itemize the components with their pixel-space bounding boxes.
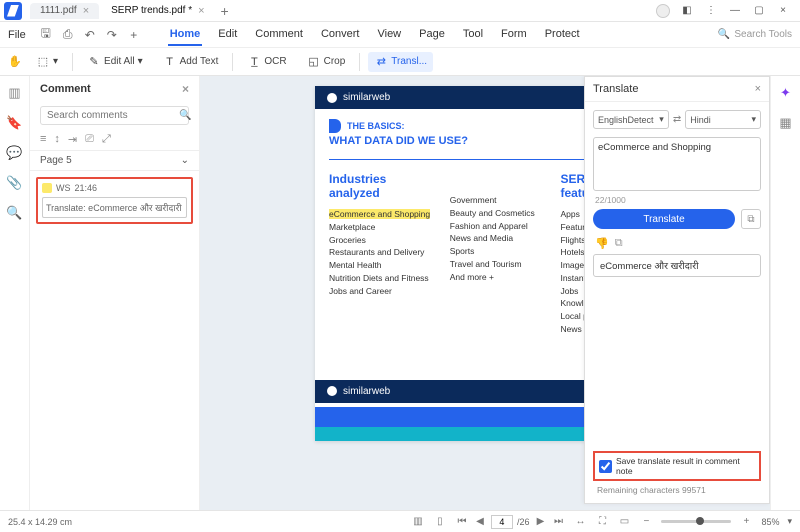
- translate-action-button[interactable]: Translate: [593, 209, 735, 229]
- close-translate-icon[interactable]: ×: [755, 83, 761, 95]
- highlight-icon: [42, 183, 52, 193]
- search-icon: 🔍: [718, 29, 730, 40]
- comment-text: Translate: eCommerce और खरीदारी: [42, 197, 187, 218]
- zoom-in-icon[interactable]: +: [739, 515, 753, 529]
- dimensions-label: 25.4 x 14.29 cm: [8, 517, 72, 527]
- view-mode-icon[interactable]: ▭: [617, 515, 631, 529]
- translate-button[interactable]: ⇄Transl...: [368, 52, 433, 72]
- minimize-icon[interactable]: —: [728, 5, 742, 16]
- close-window-icon[interactable]: ×: [776, 5, 790, 16]
- new-tab-button[interactable]: +: [217, 3, 233, 19]
- print-icon[interactable]: ⎙: [60, 27, 76, 43]
- brand-logo-icon: [327, 93, 337, 103]
- next-page-icon[interactable]: ▶: [533, 515, 547, 529]
- add-text-button[interactable]: TAdd Text: [157, 52, 225, 72]
- close-tab-icon[interactable]: ×: [198, 5, 204, 17]
- comment-search-input[interactable]: [47, 110, 179, 121]
- thumbnails-icon[interactable]: ▥: [6, 84, 24, 102]
- thumbs-down-icon[interactable]: 👎: [595, 237, 609, 250]
- target-lang-select[interactable]: Hindi▾: [685, 110, 761, 129]
- translate-input[interactable]: eCommerce and Shopping: [593, 137, 761, 191]
- last-page-icon[interactable]: ⏭: [551, 515, 565, 529]
- zoom-slider[interactable]: [661, 520, 731, 523]
- comment-icon[interactable]: 💬: [6, 144, 24, 162]
- app-logo: [4, 2, 22, 20]
- page-input[interactable]: [491, 515, 513, 529]
- attachment-icon[interactable]: 📎: [6, 174, 24, 192]
- menu-tool[interactable]: Tool: [461, 24, 485, 46]
- undo-icon[interactable]: ↶: [82, 27, 98, 43]
- edit-all-button[interactable]: ✎Edit All ▾: [81, 52, 149, 72]
- more-icon[interactable]: ⋮: [704, 5, 718, 16]
- file-menu[interactable]: File: [8, 29, 26, 41]
- remaining-chars: Remaining characters 99571: [597, 485, 757, 495]
- tab-serp[interactable]: SERP trends.pdf *×: [101, 3, 214, 19]
- filter-icon[interactable]: ≡: [40, 133, 46, 146]
- menu-page[interactable]: Page: [417, 24, 447, 46]
- fit-page-icon[interactable]: ⛶: [595, 515, 609, 529]
- menu-comment[interactable]: Comment: [253, 24, 305, 46]
- close-tab-icon[interactable]: ×: [83, 5, 89, 17]
- add-icon[interactable]: +: [126, 27, 142, 43]
- zoom-value: 85%: [761, 517, 779, 527]
- section-tag-icon: [329, 119, 341, 133]
- save-icon[interactable]: 🖫: [38, 27, 54, 43]
- col-industries-heading: Industries analyzed: [329, 172, 440, 200]
- search-icon[interactable]: 🔍: [179, 110, 191, 121]
- user-avatar[interactable]: [656, 4, 670, 18]
- search-panel-icon[interactable]: 🔍: [6, 204, 24, 222]
- menu-protect[interactable]: Protect: [543, 24, 582, 46]
- crop-button[interactable]: ◱Crop: [301, 52, 352, 72]
- sort-icon[interactable]: ↕: [54, 133, 60, 146]
- copy-icon[interactable]: ⧉: [741, 209, 761, 229]
- hand-tool-icon[interactable]: ✋: [8, 55, 22, 69]
- comment-item[interactable]: WS21:46 Translate: eCommerce और खरीदारी: [36, 177, 193, 224]
- zoom-out-icon[interactable]: −: [639, 515, 653, 529]
- maximize-icon[interactable]: ▢: [752, 5, 766, 16]
- select-tool[interactable]: ⬚▾: [30, 52, 64, 72]
- ai-icon[interactable]: ✦: [777, 84, 795, 102]
- page-total: /26: [517, 517, 530, 527]
- copy-result-icon[interactable]: ⧉: [615, 237, 623, 250]
- feedback-icon[interactable]: ◧: [680, 5, 694, 16]
- tool-icon[interactable]: ▦: [777, 114, 795, 132]
- bookmark-icon[interactable]: 🔖: [6, 114, 24, 132]
- highlighted-text[interactable]: eCommerce and Shopping: [329, 209, 430, 219]
- source-lang-select[interactable]: EnglishDetect▾: [593, 110, 669, 129]
- char-count: 22/1000: [595, 195, 759, 205]
- layout-icon[interactable]: ▥: [411, 515, 425, 529]
- options-icon[interactable]: ⎚: [85, 133, 94, 146]
- single-page-icon[interactable]: ▯: [433, 515, 447, 529]
- save-result-checkbox[interactable]: Save translate result in comment note: [593, 451, 761, 481]
- swap-lang-icon[interactable]: ⇄: [673, 114, 681, 125]
- menu-edit[interactable]: Edit: [216, 24, 239, 46]
- translate-title: Translate: [593, 83, 638, 95]
- redo-icon[interactable]: ↷: [104, 27, 120, 43]
- menu-view[interactable]: View: [375, 24, 403, 46]
- collapse-icon[interactable]: ⇥: [68, 133, 77, 146]
- menu-home[interactable]: Home: [168, 24, 203, 46]
- comment-panel-title: Comment: [40, 83, 91, 95]
- translate-panel: Translate × EnglishDetect▾ ⇄ Hindi▾ eComm…: [584, 76, 770, 504]
- fit-width-icon[interactable]: ↔: [573, 515, 587, 529]
- ocr-button[interactable]: T̲OCR: [241, 52, 292, 72]
- search-tools-label[interactable]: Search Tools: [734, 29, 792, 40]
- chevron-down-icon[interactable]: ⌄: [181, 155, 189, 166]
- tab-1111[interactable]: 1111.pdf×: [30, 3, 99, 19]
- menu-convert[interactable]: Convert: [319, 24, 362, 46]
- expand-icon[interactable]: ⤢: [102, 133, 111, 146]
- prev-page-icon[interactable]: ◀: [473, 515, 487, 529]
- first-page-icon[interactable]: ⏮: [455, 515, 469, 529]
- page-label[interactable]: Page 5: [40, 155, 72, 166]
- menu-form[interactable]: Form: [499, 24, 529, 46]
- translate-output: eCommerce और खरीदारी: [593, 254, 761, 277]
- close-panel-icon[interactable]: ×: [182, 82, 189, 96]
